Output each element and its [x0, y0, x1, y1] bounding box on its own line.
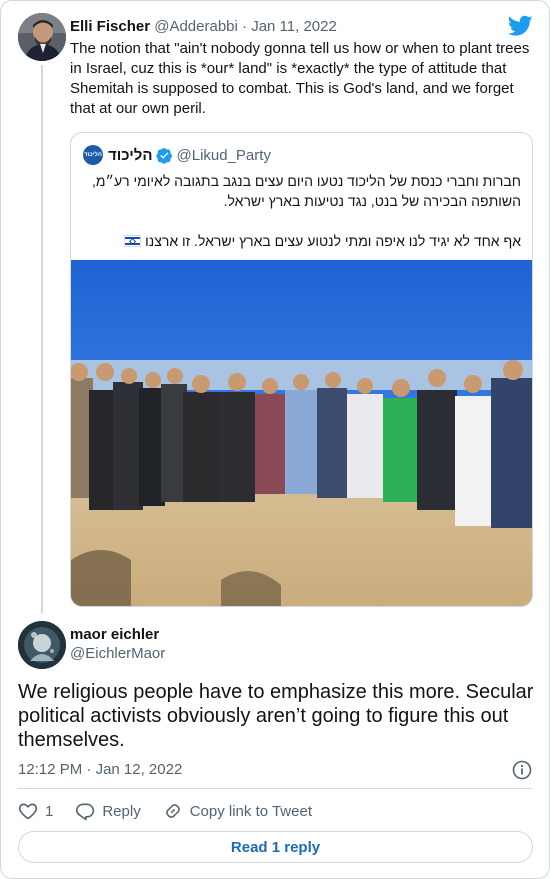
israel-flag-icon	[124, 235, 142, 247]
quoted-tweet-header: הליכוד הליכוד @Likud_Party	[83, 145, 271, 165]
author-handle[interactable]: @EichlerMaor	[70, 644, 165, 664]
tweet-embed-card: Elli Fischer @Adderabbi · Jan 11, 2022 T…	[0, 0, 550, 879]
tweet-time: 12:12 PM	[18, 761, 83, 778]
reply-icon	[76, 803, 95, 821]
tweet-date: Jan 12, 2022	[95, 761, 183, 778]
likud-avatar[interactable]: הליכוד	[83, 145, 103, 165]
verified-badge-icon	[155, 147, 173, 164]
copy-link-button[interactable]: Copy link to Tweet	[163, 801, 312, 821]
author-name[interactable]: Elli Fischer	[70, 18, 150, 35]
quoted-tweet[interactable]: הליכוד הליכוד @Likud_Party חברות וחברי כ…	[70, 132, 533, 607]
avatar[interactable]	[18, 13, 66, 61]
quoted-text-line: אף אחד לא יגיד לנו איפה ומתי לנטוע עצים …	[83, 231, 521, 251]
like-count: 1	[45, 802, 54, 820]
author-name[interactable]: maor eichler	[70, 625, 159, 645]
copy-link-label: Copy link to Tweet	[189, 802, 312, 820]
quoted-text-span: אף אחד לא יגיד לנו איפה ומתי לנטוע עצים …	[145, 233, 521, 249]
tweet-timestamp[interactable]: 12:12 PM · Jan 12, 2022	[18, 760, 182, 780]
divider	[18, 788, 533, 789]
quoted-tweet-text: חברות וחברי כנסת של הליכוד נטעו היום עצי…	[83, 171, 521, 251]
avatar[interactable]	[18, 621, 66, 669]
author-handle[interactable]: @Likud_Party	[177, 147, 271, 164]
thread-line	[41, 65, 43, 613]
tweet-text: We religious people have to emphasize th…	[18, 681, 534, 751]
author-name[interactable]: הליכוד	[108, 147, 153, 164]
info-icon[interactable]	[511, 759, 533, 781]
read-replies-button[interactable]: Read 1 reply	[18, 831, 533, 863]
separator: ·	[242, 18, 248, 35]
author-handle[interactable]: @Adderabbi	[154, 18, 238, 35]
twitter-bird-icon[interactable]	[507, 15, 533, 37]
like-button[interactable]: 1	[18, 801, 53, 821]
separator: ·	[86, 761, 92, 778]
avatar-text: הליכוד	[84, 152, 102, 158]
reply-label: Reply	[102, 802, 141, 820]
tweet-header: Elli Fischer @Adderabbi · Jan 11, 2022	[70, 17, 337, 37]
tweet-date[interactable]: Jan 11, 2022	[251, 18, 337, 35]
quoted-text-line: חברות וחברי כנסת של הליכוד נטעו היום עצי…	[92, 173, 521, 209]
tweet-actions: 1 Reply Copy link to Tweet	[18, 800, 334, 822]
group-photo[interactable]	[71, 260, 532, 606]
heart-icon	[18, 803, 38, 820]
reply-button[interactable]: Reply	[75, 801, 141, 821]
tweet-text: The notion that "ain't nobody gonna tell…	[70, 40, 530, 117]
link-icon	[165, 804, 180, 818]
